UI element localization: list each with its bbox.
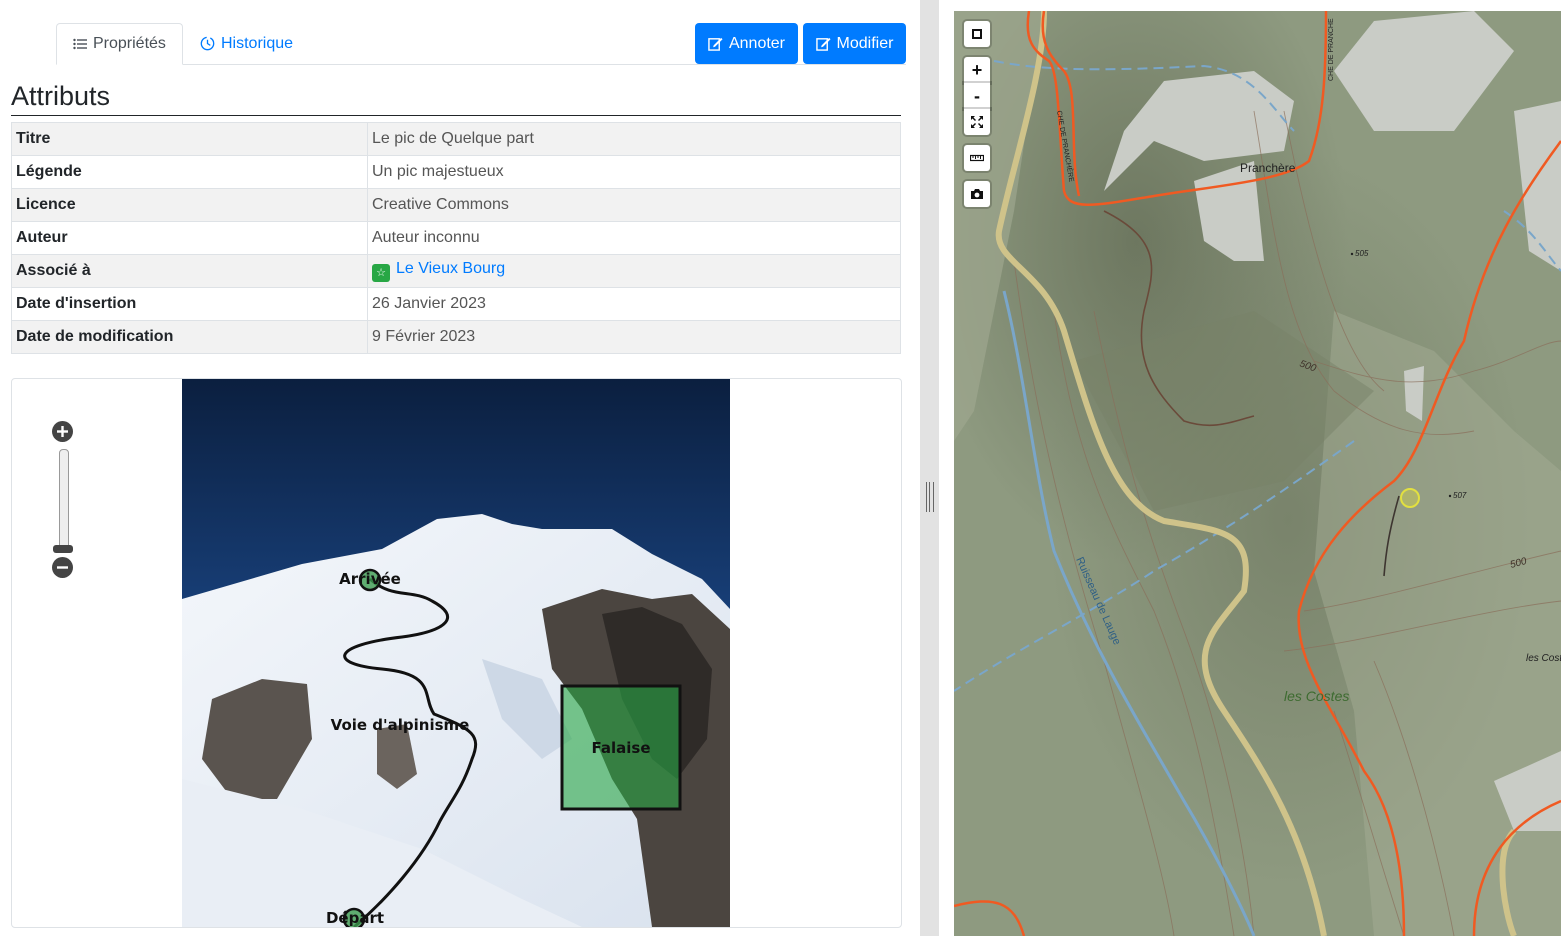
ruler-icon[interactable] bbox=[964, 145, 990, 171]
attr-value: 9 Février 2023 bbox=[367, 320, 901, 354]
mountain-photo: Arrivée Voie d'alpinisme Falaise Départ bbox=[182, 379, 730, 927]
table-row: Associé à ☆ Le Vieux Bourg bbox=[11, 254, 901, 288]
table-row: Date de modification 9 Février 2023 bbox=[11, 320, 901, 354]
list-icon bbox=[73, 38, 87, 50]
map-zoom-out-button[interactable]: - bbox=[964, 83, 990, 109]
attributes-heading: Attributs bbox=[11, 80, 901, 116]
attr-key: Date de modification bbox=[11, 320, 368, 354]
table-row: Auteur Auteur inconnu bbox=[11, 221, 901, 255]
attr-value: Creative Commons bbox=[367, 188, 901, 222]
attr-value: Le pic de Quelque part bbox=[367, 122, 901, 156]
annotation-cliff-label: Falaise bbox=[592, 739, 651, 757]
attr-value: 26 Janvier 2023 bbox=[367, 287, 901, 321]
topographic-map: Pranchère les Costes les Cost Ruisseau d… bbox=[954, 11, 1561, 936]
attr-key: Date d'insertion bbox=[11, 287, 368, 321]
tab-history-label: Historique bbox=[221, 34, 294, 52]
table-row: Licence Creative Commons bbox=[11, 188, 901, 222]
table-row: Date d'insertion 26 Janvier 2023 bbox=[11, 287, 901, 321]
panel-resize-handle[interactable] bbox=[920, 0, 939, 936]
table-row: Titre Le pic de Quelque part bbox=[11, 122, 901, 156]
star-icon: ☆ bbox=[372, 264, 390, 282]
zoom-slider-track[interactable] bbox=[59, 449, 69, 553]
attr-value: Auteur inconnu bbox=[367, 221, 901, 255]
edit-button-label: Modifier bbox=[836, 34, 894, 52]
tab-properties[interactable]: Propriétés bbox=[56, 23, 183, 65]
zoom-out-label: - bbox=[974, 85, 980, 106]
camera-icon[interactable] bbox=[964, 181, 990, 207]
tab-properties-label: Propriétés bbox=[93, 35, 166, 52]
annotated-image-viewer[interactable]: Arrivée Voie d'alpinisme Falaise Départ bbox=[11, 378, 902, 928]
attributes-table: Titre Le pic de Quelque part Légende Un … bbox=[11, 122, 901, 354]
left-panel: Propriétés Historique Annoter Modifier A… bbox=[0, 0, 920, 936]
annotation-route-label: Voie d'alpinisme bbox=[331, 716, 470, 734]
associated-object-link[interactable]: Le Vieux Bourg bbox=[396, 260, 505, 277]
zoom-in-icon[interactable] bbox=[52, 421, 73, 442]
annotate-button-label: Annoter bbox=[728, 34, 786, 52]
attr-key: Titre bbox=[11, 122, 368, 156]
map-view[interactable]: Pranchère les Costes les Cost Ruisseau d… bbox=[954, 11, 1561, 936]
annotate-button[interactable]: Annoter bbox=[695, 23, 798, 64]
annotation-arrival-label: Arrivée bbox=[339, 570, 401, 588]
zoom-slider-handle[interactable] bbox=[53, 545, 73, 553]
zoom-out-icon[interactable] bbox=[52, 557, 73, 578]
draw-square-icon[interactable] bbox=[964, 21, 990, 47]
attr-key: Légende bbox=[11, 155, 368, 189]
spot-height-label: 507 bbox=[1453, 491, 1467, 500]
attr-key: Associé à bbox=[11, 254, 368, 288]
road-label-vertical: CHE DE PRANCHE bbox=[1328, 18, 1335, 81]
table-row: Légende Un pic majestueux bbox=[11, 155, 901, 189]
annotation-start-label: Départ bbox=[326, 909, 384, 927]
place-edge-label: les Cost bbox=[1526, 653, 1561, 664]
tabs-divider bbox=[56, 64, 906, 65]
zoom-in-label: + bbox=[971, 59, 983, 80]
fullscreen-icon[interactable] bbox=[964, 109, 990, 135]
place-label: les Costes bbox=[1284, 688, 1349, 704]
edit-button[interactable]: Modifier bbox=[803, 23, 906, 64]
clock-history-icon bbox=[200, 36, 215, 51]
viewer-zoom-control bbox=[52, 421, 74, 581]
village-label: Pranchère bbox=[1240, 161, 1296, 175]
tab-history[interactable]: Historique bbox=[184, 23, 309, 64]
spot-height-label: 505 bbox=[1355, 249, 1369, 258]
edit-icon bbox=[815, 37, 831, 51]
attr-value: Un pic majestueux bbox=[367, 155, 901, 189]
map-zoom-in-button[interactable]: + bbox=[964, 57, 990, 83]
drag-grip-icon bbox=[926, 482, 934, 512]
edit-icon bbox=[708, 37, 723, 51]
attr-value: ☆ Le Vieux Bourg bbox=[367, 254, 901, 288]
attr-key: Auteur bbox=[11, 221, 368, 255]
attr-key: Licence bbox=[11, 188, 368, 222]
